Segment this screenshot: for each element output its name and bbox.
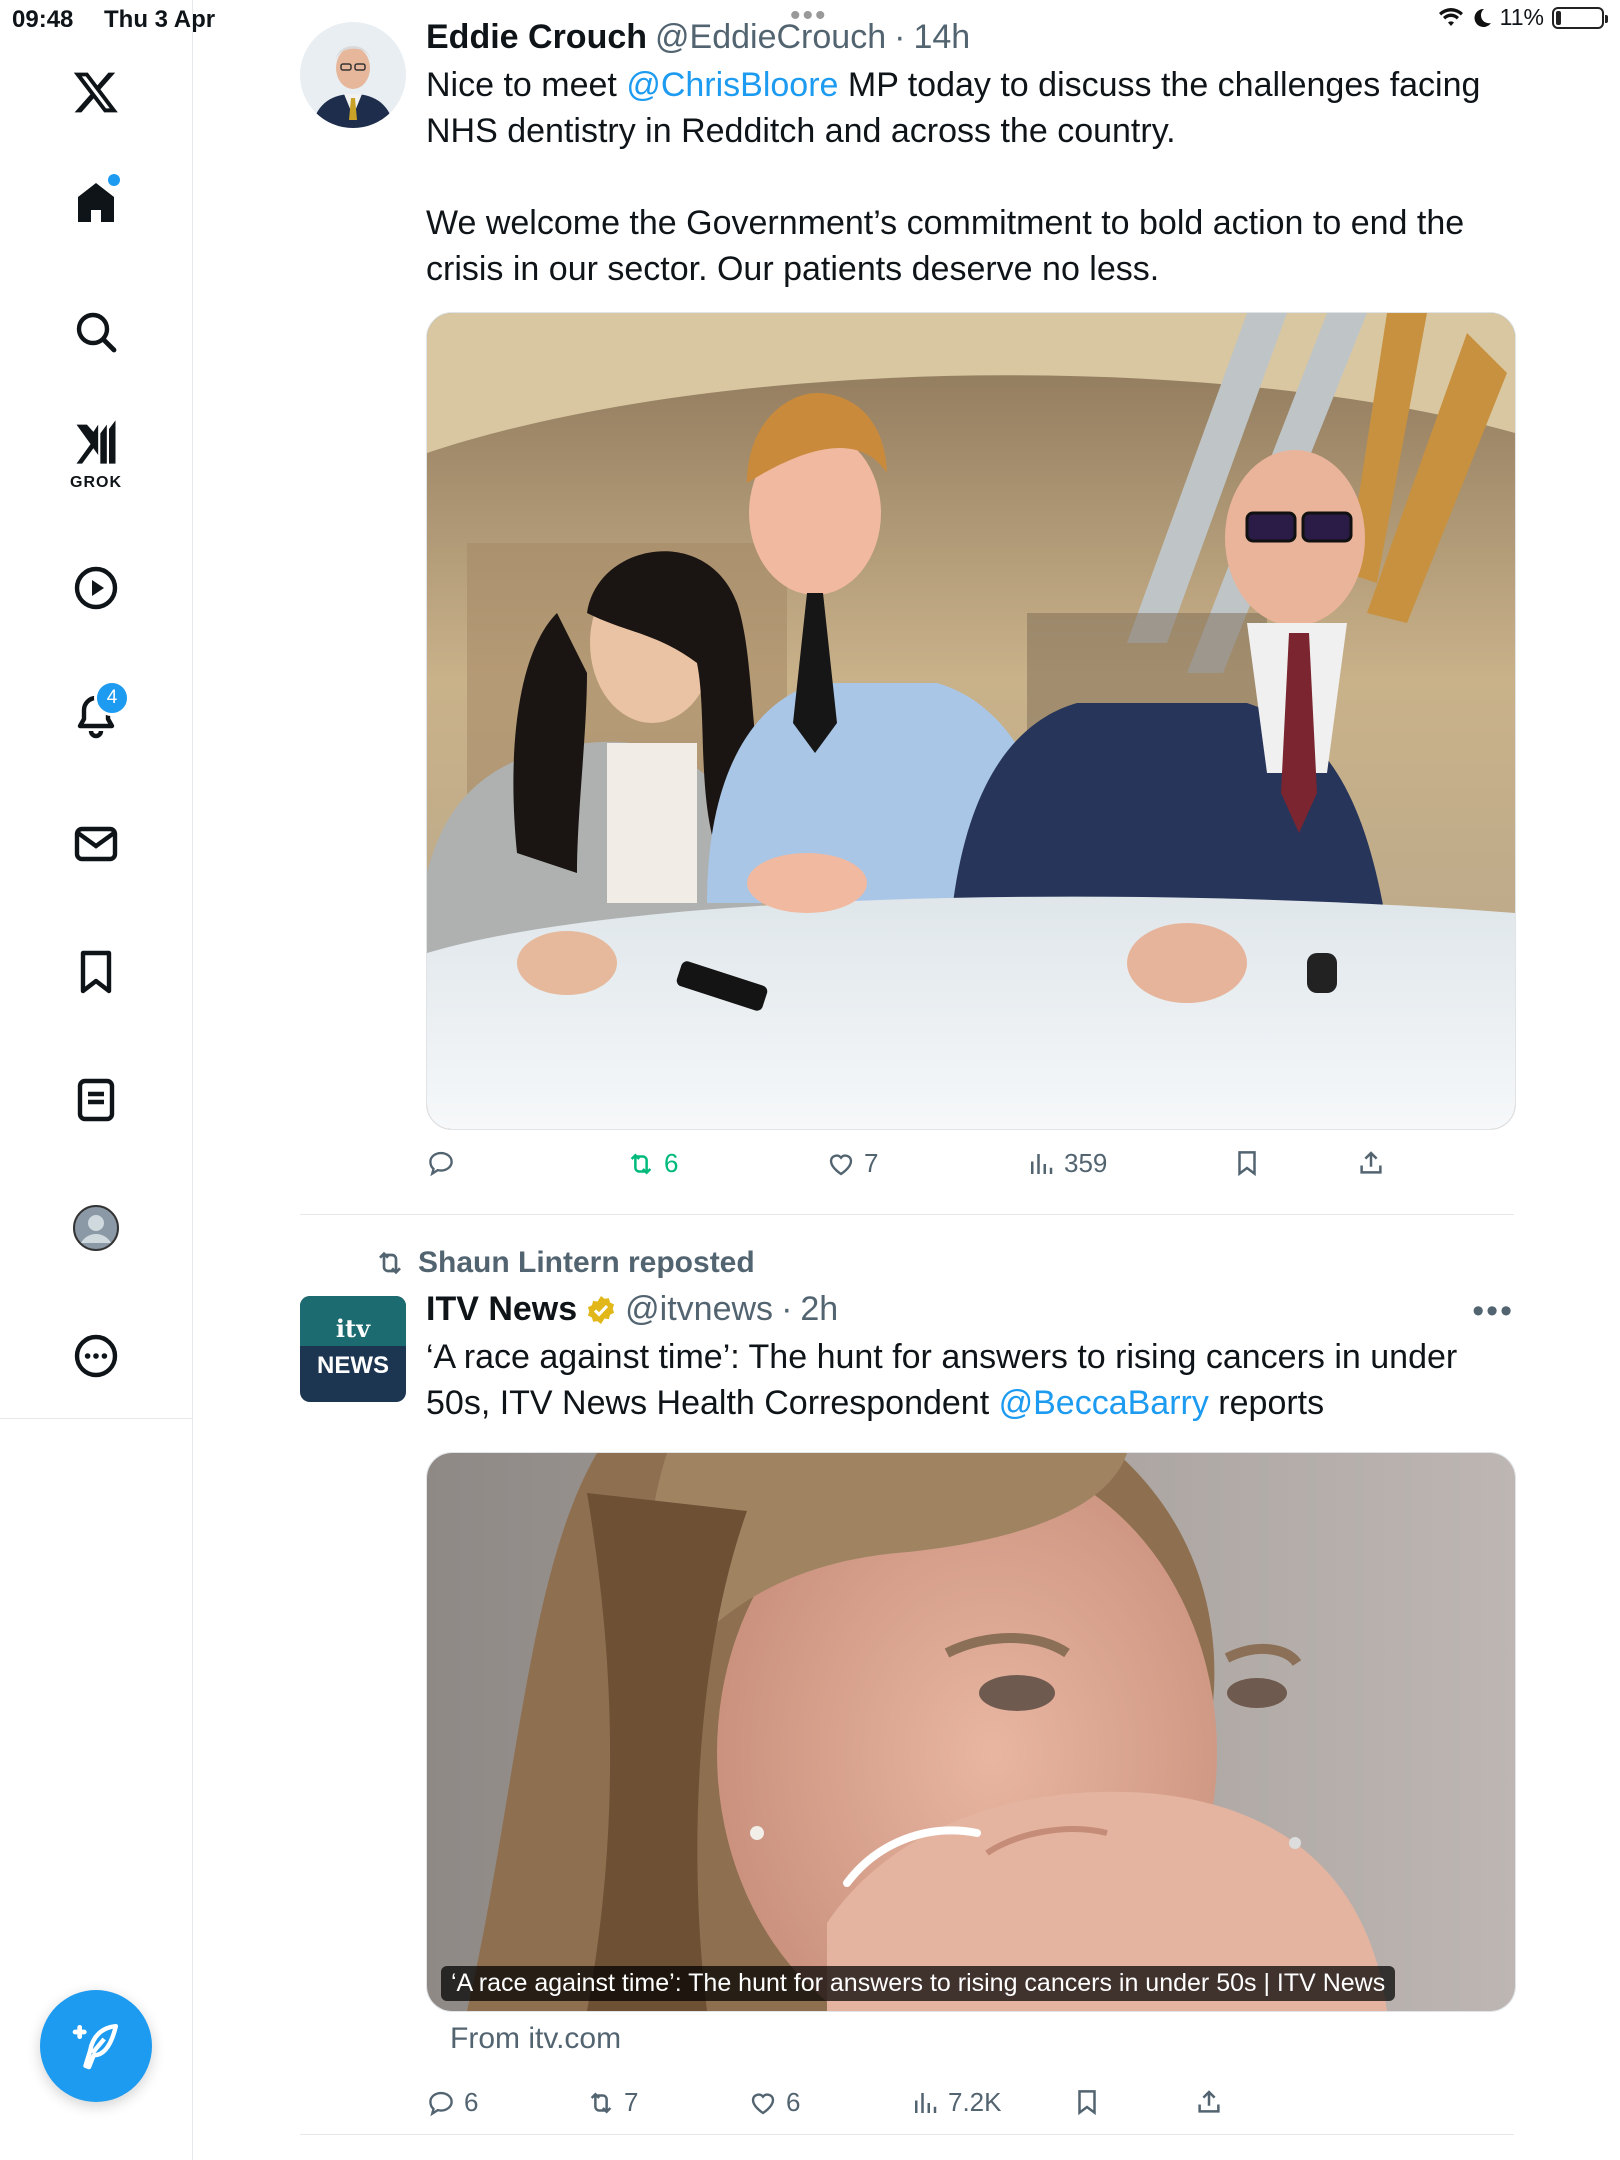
itv-news-avatar[interactable]: itv NEWS: [300, 1296, 406, 1402]
notifications-badge: 4: [94, 680, 130, 716]
mention-link[interactable]: @ChrisBloore: [626, 66, 838, 104]
repost-count: 6: [664, 1148, 679, 1178]
repost-icon: [379, 1251, 401, 1275]
tweet-photo[interactable]: [426, 312, 1516, 1130]
itv-news-logo-text: NEWS: [317, 1352, 389, 1379]
grok-nav[interactable]: GROK: [48, 416, 144, 506]
repost-icon: [630, 1152, 652, 1175]
bookmark-icon[interactable]: [48, 932, 144, 1012]
battery-icon: [1552, 6, 1608, 29]
separator: ·: [781, 1290, 793, 1328]
sidebar-divider: [0, 1418, 192, 1419]
tweet-time[interactable]: 2h: [800, 1290, 838, 1329]
notifications-nav[interactable]: 4: [48, 676, 144, 756]
lists-icon[interactable]: [48, 1060, 144, 1140]
mention-link[interactable]: @BeccaBarry: [999, 1384, 1209, 1422]
like-button[interactable]: 7: [826, 1148, 878, 1179]
repost-context[interactable]: Shaun Lintern reposted: [374, 1246, 755, 1280]
grok-icon: [76, 420, 116, 464]
profile-avatar-icon[interactable]: [48, 1188, 144, 1268]
tweet-header: Eddie Crouch @EddieCrouch · 14h: [426, 18, 970, 57]
views-chart-icon: [1031, 1153, 1053, 1174]
tweet-paragraph-1: Nice to meet @ChrisBloore MP today to di…: [426, 66, 1481, 150]
share-button[interactable]: [1194, 2087, 1224, 2117]
mail-icon[interactable]: [48, 804, 144, 884]
heart-icon: [829, 1154, 853, 1175]
link-card-image[interactable]: ‘A race against time’: The hunt for answ…: [426, 1452, 1516, 2012]
separator: ·: [894, 18, 906, 56]
author-name[interactable]: Eddie Crouch: [426, 18, 647, 57]
link-card-source[interactable]: From itv.com: [450, 2022, 621, 2056]
sidebar: GROK 4: [0, 0, 193, 2160]
more-options-icon[interactable]: [48, 1316, 144, 1396]
more-options-button[interactable]: •••: [1472, 1292, 1514, 1331]
video-icon[interactable]: [48, 548, 144, 628]
reply-button[interactable]: 6: [426, 2087, 478, 2118]
views-count: 359: [1064, 1148, 1108, 1178]
reply-icon: [429, 1151, 453, 1177]
author-avatar[interactable]: [300, 22, 406, 128]
repost-icon: [590, 2091, 612, 2114]
heart-icon: [751, 2093, 775, 2114]
compose-feather-icon: [72, 2023, 119, 2070]
tweet-text: ‘A race against time’: The hunt for answ…: [426, 1338, 1458, 1422]
views-button[interactable]: 359: [1026, 1148, 1107, 1179]
home-notification-dot: [108, 174, 120, 186]
compose-post-button[interactable]: [40, 1990, 152, 2102]
reply-count: 6: [464, 2087, 479, 2117]
bookmark-icon: [1238, 1151, 1256, 1177]
grok-label: GROK: [70, 474, 122, 491]
bookmark-icon: [1078, 2090, 1096, 2116]
share-icon: [1360, 1151, 1382, 1174]
repost-count: 7: [624, 2087, 639, 2117]
bookmark-button[interactable]: [1072, 2087, 1102, 2117]
share-icon: [1198, 2090, 1220, 2113]
link-card-caption: ‘A race against time’: The hunt for answ…: [441, 1966, 1396, 2001]
repost-button[interactable]: 6: [626, 1148, 678, 1179]
views-count: 7.2K: [948, 2087, 1002, 2117]
author-name[interactable]: ITV News: [426, 1290, 577, 1329]
itv-logo-text: itv: [335, 1314, 371, 1343]
verified-badge-icon: [588, 1295, 615, 1324]
tweet-divider: [300, 1214, 1514, 1215]
photo-three-people-meeting: [427, 313, 1515, 1129]
bookmark-button[interactable]: [1232, 1148, 1262, 1178]
share-button[interactable]: [1356, 1148, 1386, 1178]
like-count: 6: [786, 2087, 801, 2117]
author-handle[interactable]: @itvnews: [625, 1290, 773, 1329]
tweet-actions: 6 7 6 7.2K: [426, 2087, 1426, 2127]
like-button[interactable]: 6: [748, 2087, 800, 2118]
views-chart-icon: [915, 2092, 937, 2113]
tweet-divider: [300, 2134, 1514, 2135]
tweet-eddie-crouch[interactable]: Eddie Crouch @EddieCrouch · 14h Nice to …: [300, 18, 1516, 1214]
tweet-paragraph-2: We welcome the Government’s commitment t…: [426, 204, 1465, 288]
search-icon[interactable]: [48, 292, 144, 372]
tweet-itv-news[interactable]: Shaun Lintern reposted itv NEWS ITV News…: [300, 1240, 1516, 2130]
photo-woman-tearful: [427, 1453, 1515, 2011]
repost-button[interactable]: 7: [586, 2087, 638, 2118]
reply-icon: [429, 2091, 453, 2116]
tweet-actions: 6 7 359: [426, 1148, 1426, 1188]
tweet-text: Nice to meet @ChrisBloore MP today to di…: [426, 62, 1506, 292]
tweet-header: ITV News @itvnews · 2h: [426, 1290, 838, 1329]
views-button[interactable]: 7.2K: [910, 2087, 1002, 2118]
home-icon[interactable]: [48, 162, 144, 242]
x-logo-icon[interactable]: [48, 52, 144, 132]
tweet-time[interactable]: 14h: [913, 18, 970, 57]
author-handle[interactable]: @EddieCrouch: [655, 18, 886, 57]
reply-button[interactable]: [426, 1148, 456, 1178]
repost-label: Shaun Lintern reposted: [418, 1246, 755, 1279]
like-count: 7: [864, 1148, 879, 1178]
